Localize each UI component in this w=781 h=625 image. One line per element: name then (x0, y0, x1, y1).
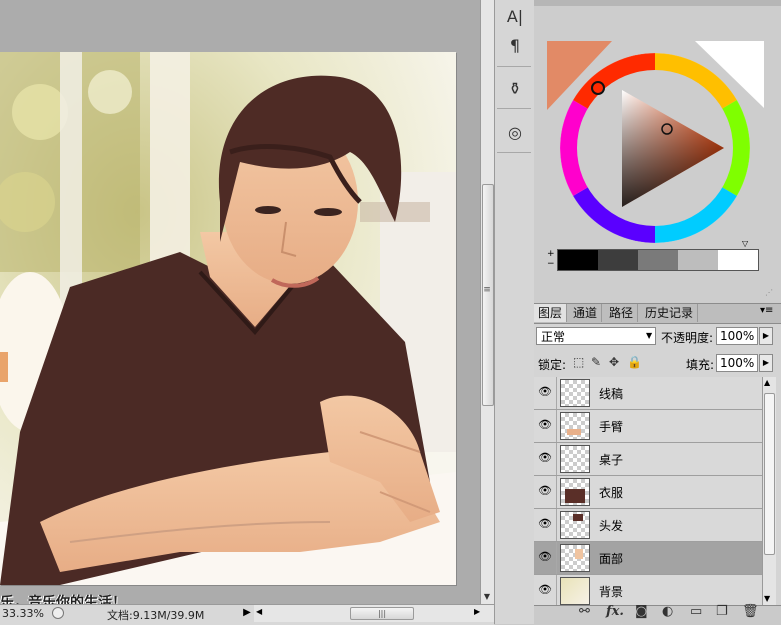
layer-name[interactable]: 线稿 (599, 385, 623, 402)
color-swatch-bar[interactable] (557, 249, 759, 271)
layer-row[interactable]: 👁 线稿 (534, 377, 762, 410)
opacity-field[interactable]: 100% (716, 327, 758, 345)
layer-row[interactable]: 👁 手臂 (534, 410, 762, 443)
artwork-illustration (0, 52, 456, 585)
watermark-text: 乐，音乐你的生活！ (0, 595, 126, 604)
paragraph-panel-icon[interactable]: ¶ (500, 31, 530, 61)
swatch-remove-icon[interactable]: − (547, 259, 555, 269)
lock-position-icon[interactable]: ✥ (609, 355, 619, 369)
fill-slider-arrow-icon[interactable]: ▶ (759, 354, 773, 372)
status-info-icon (52, 607, 64, 619)
layer-name[interactable]: 头发 (599, 517, 623, 534)
zoom-level[interactable]: 33.33% (2, 607, 44, 620)
blend-mode-select[interactable]: 正常 (536, 327, 656, 345)
brush-preset-icon[interactable]: ⚱ (500, 74, 530, 104)
divider (556, 542, 557, 574)
canvas-vertical-scroll-thumb[interactable] (482, 184, 494, 406)
chevron-down-icon[interactable]: ▼ (646, 331, 652, 340)
trash-icon[interactable]: 🗑 (742, 604, 759, 619)
swatch-white[interactable] (718, 250, 758, 270)
mask-icon[interactable]: ◙ (635, 604, 648, 619)
eye-icon[interactable]: 👁 (537, 550, 553, 564)
canvas-horizontal-scroll-thumb[interactable]: ||| (350, 607, 414, 620)
tab-paths[interactable]: 路径 (605, 304, 639, 322)
layer-thumbnail (560, 511, 590, 539)
fill-label: 填充: (686, 358, 715, 372)
layer-row-selected[interactable]: 👁 面部 (534, 542, 762, 575)
layer-name[interactable]: 面部 (599, 550, 623, 567)
adjustment-icon[interactable]: ◐ (662, 604, 673, 619)
document-size-info: 文档:9.13M/39.9M (107, 609, 205, 622)
eye-icon[interactable]: 👁 (537, 385, 553, 399)
divider (556, 509, 557, 541)
layer-thumbnail (560, 544, 590, 572)
clone-source-icon[interactable]: ◎ (500, 118, 530, 148)
lock-transparent-icon[interactable]: ⬚ (573, 355, 584, 369)
opacity-label: 不透明度: (661, 331, 714, 345)
layer-name[interactable]: 背景 (599, 583, 623, 600)
scroll-grip-icon: ≡ (483, 285, 491, 295)
divider (556, 476, 557, 508)
swatch-black[interactable] (558, 250, 598, 270)
swatch-add-icon[interactable]: + (547, 249, 555, 259)
scroll-up-arrow-icon[interactable]: ▲ (764, 378, 770, 387)
eye-icon[interactable]: 👁 (537, 517, 553, 531)
layer-thumbnail (560, 577, 590, 605)
lock-label: 锁定: (538, 358, 567, 372)
opacity-slider-arrow-icon[interactable]: ▶ (759, 327, 773, 345)
layer-list-scroll-thumb[interactable] (764, 393, 775, 555)
swatch-light-gray[interactable] (678, 250, 718, 270)
swatch-dark-gray[interactable] (598, 250, 638, 270)
tab-history[interactable]: 历史记录 (641, 304, 699, 322)
document-canvas-area[interactable]: 乐，音乐你的生活！ (0, 0, 480, 604)
scroll-left-arrow-icon[interactable]: ◀ (256, 607, 262, 616)
eye-icon[interactable]: 👁 (537, 583, 553, 597)
tab-channels[interactable]: 通道 (569, 304, 603, 322)
eye-icon[interactable]: 👁 (537, 418, 553, 432)
lock-all-icon[interactable]: 🔒 (627, 355, 642, 369)
divider (556, 377, 557, 409)
swatch-mid-gray[interactable] (638, 250, 678, 270)
lock-pixels-icon[interactable]: ✎ (591, 355, 601, 369)
eye-icon[interactable]: 👁 (537, 451, 553, 465)
fill-field[interactable]: 100% (716, 354, 758, 372)
layer-thumbnail (560, 379, 590, 407)
link-layers-icon[interactable]: ⚯ (579, 604, 590, 619)
divider (556, 443, 557, 475)
swatch-menu-arrow-icon[interactable]: ▽ (742, 239, 748, 248)
scroll-right-arrow-icon[interactable]: ▶ (474, 607, 480, 616)
layer-name[interactable]: 手臂 (599, 418, 623, 435)
layer-row[interactable]: 👁 头发 (534, 509, 762, 542)
new-layer-icon[interactable]: ❐ (716, 604, 728, 619)
panel-menu-icon[interactable]: ▾≡ (760, 305, 773, 316)
layer-row[interactable]: 👁 衣服 (534, 476, 762, 509)
divider (556, 410, 557, 442)
character-panel-icon[interactable]: A| (500, 2, 530, 32)
group-icon[interactable]: ▭ (690, 604, 702, 619)
tab-layers[interactable]: 图层 (534, 304, 568, 322)
layer-name[interactable]: 衣服 (599, 484, 623, 501)
status-menu-arrow-icon[interactable]: ▶ (240, 604, 254, 622)
tool-divider (497, 66, 531, 67)
layer-thumbnail (560, 478, 590, 506)
layer-row[interactable]: 👁 桌子 (534, 443, 762, 476)
artwork-canvas[interactable] (0, 52, 456, 585)
eye-icon[interactable]: 👁 (537, 484, 553, 498)
fx-icon[interactable]: fx. (606, 604, 624, 619)
scroll-down-arrow-icon[interactable]: ▼ (764, 594, 770, 603)
layer-name[interactable]: 桌子 (599, 451, 623, 468)
scroll-down-arrow-icon[interactable]: ▼ (481, 592, 493, 602)
layer-thumbnail (560, 445, 590, 473)
layer-thumbnail (560, 412, 590, 440)
panel-resize-grip-icon[interactable]: ⋰ (765, 288, 773, 297)
tool-divider (497, 152, 531, 153)
tool-divider (497, 108, 531, 109)
divider (556, 575, 557, 607)
